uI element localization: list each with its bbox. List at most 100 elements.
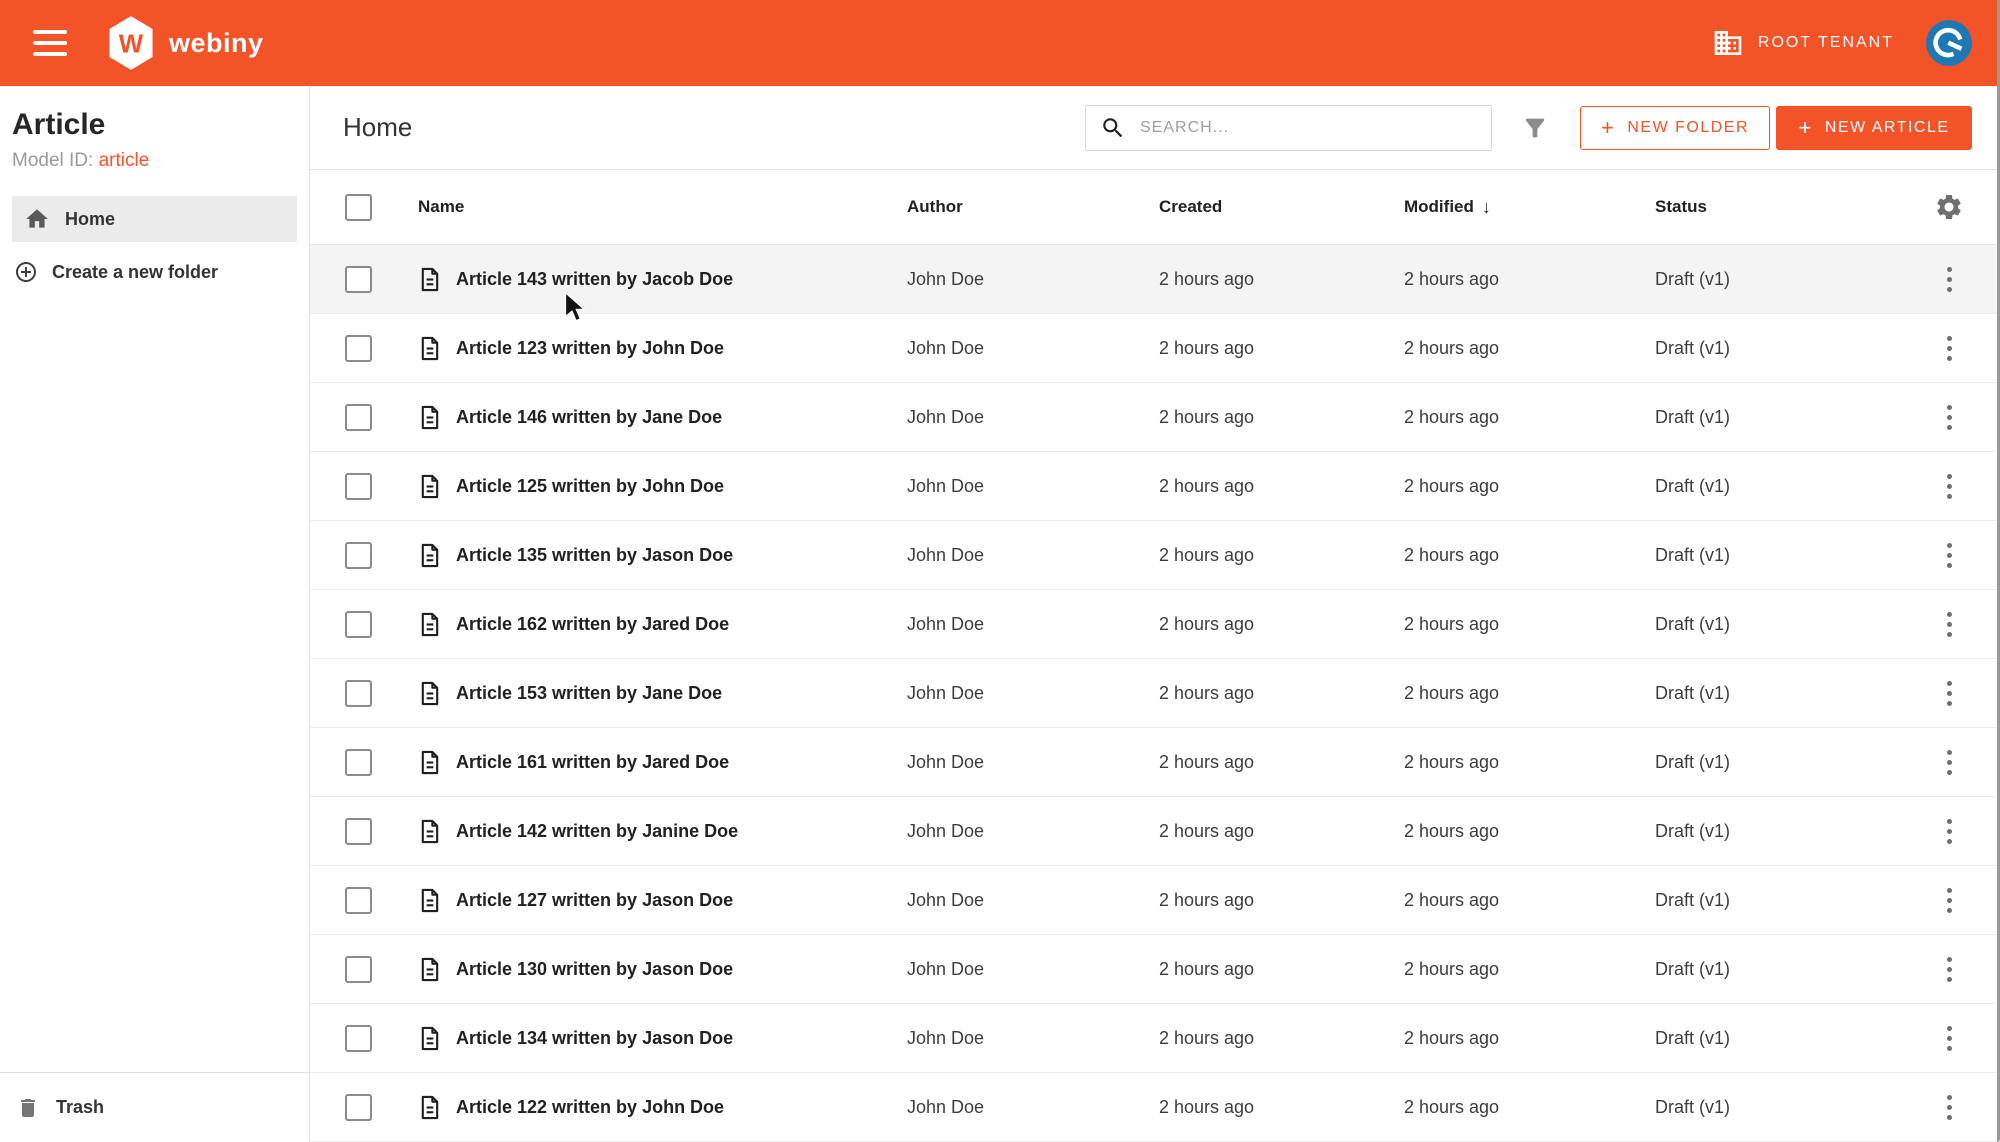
webiny-logo[interactable]: W webiny (105, 15, 264, 71)
create-folder-label: Create a new folder (52, 261, 219, 282)
row-name-cell[interactable]: Article 161 written by Jared Doe (418, 750, 907, 775)
row-author: John Doe (907, 889, 985, 910)
table-row[interactable]: Article 153 written by Jane Doe John Doe… (310, 659, 2000, 728)
row-modified: 2 hours ago (1404, 544, 1500, 565)
row-name-cell[interactable]: Article 127 written by Jason Doe (418, 888, 907, 913)
main-content: Home + NEW FOLDER + NEW ARTICLE (310, 86, 2000, 1142)
row-name-cell[interactable]: Article 146 written by Jane Doe (418, 405, 907, 430)
row-checkbox[interactable] (345, 403, 372, 431)
row-name: Article 143 written by Jacob Doe (456, 268, 734, 289)
table-row[interactable]: Article 161 written by Jared Doe John Do… (310, 728, 2000, 797)
row-name-cell[interactable]: Article 135 written by Jason Doe (418, 543, 907, 568)
row-name-cell[interactable]: Article 125 written by John Doe (418, 474, 907, 499)
table-row[interactable]: Article 134 written by Jason Doe John Do… (310, 1004, 2000, 1073)
document-icon (421, 405, 439, 429)
row-name-cell[interactable]: Article 153 written by Jane Doe (418, 681, 907, 706)
row-menu-kebab-icon[interactable] (1941, 261, 1958, 298)
logo-letter: W (119, 31, 144, 59)
row-menu-kebab-icon[interactable] (1941, 330, 1958, 367)
table-body: Article 143 written by Jacob Doe John Do… (310, 245, 2000, 1142)
row-created: 2 hours ago (1159, 958, 1255, 979)
page-title: Home (343, 112, 413, 142)
row-menu-kebab-icon[interactable] (1941, 675, 1958, 712)
row-name-cell[interactable]: Article 143 written by Jacob Doe (418, 267, 907, 292)
tenant-label[interactable]: ROOT TENANT (1758, 34, 1894, 52)
new-article-button[interactable]: + NEW ARTICLE (1776, 105, 1972, 150)
row-menu-kebab-icon[interactable] (1941, 951, 1958, 988)
select-all-checkbox[interactable] (345, 193, 372, 221)
search-input[interactable] (1140, 118, 1477, 137)
row-modified: 2 hours ago (1404, 406, 1500, 427)
row-name-cell[interactable]: Article 142 written by Janine Doe (418, 819, 907, 844)
row-name-cell[interactable]: Article 162 written by Jared Doe (418, 612, 907, 637)
column-header-status[interactable]: Status (1655, 197, 1926, 217)
row-menu-kebab-icon[interactable] (1941, 537, 1958, 574)
column-header-name[interactable]: Name (418, 197, 907, 217)
column-header-author[interactable]: Author (907, 197, 1159, 217)
table-row[interactable]: Article 162 written by Jared Doe John Do… (310, 590, 2000, 659)
gear-icon[interactable] (1934, 192, 1964, 222)
row-checkbox[interactable] (345, 955, 372, 983)
table-row[interactable]: Article 143 written by Jacob Doe John Do… (310, 245, 2000, 314)
table-row[interactable]: Article 122 written by John Doe John Doe… (310, 1073, 2000, 1142)
row-created: 2 hours ago (1159, 1027, 1255, 1048)
document-icon (421, 474, 439, 498)
filter-button[interactable] (1520, 113, 1550, 143)
row-created: 2 hours ago (1159, 268, 1255, 289)
row-checkbox[interactable] (345, 610, 372, 638)
row-author: John Doe (907, 820, 985, 841)
app-window: W webiny ROOT TENANT Article Model ID: a… (0, 0, 2000, 1142)
row-checkbox[interactable] (345, 541, 372, 569)
row-author: John Doe (907, 268, 985, 289)
column-header-modified[interactable]: Modified ↓ (1404, 197, 1655, 218)
row-menu-kebab-icon[interactable] (1941, 1089, 1958, 1126)
row-menu-kebab-icon[interactable] (1941, 468, 1958, 505)
model-id-label: Model ID: (12, 150, 94, 171)
row-created: 2 hours ago (1159, 682, 1255, 703)
row-modified: 2 hours ago (1404, 268, 1500, 289)
row-checkbox[interactable] (345, 886, 372, 914)
row-checkbox[interactable] (345, 1093, 372, 1121)
row-name-cell[interactable]: Article 123 written by John Doe (418, 336, 907, 361)
row-checkbox[interactable] (345, 817, 372, 845)
row-name-cell[interactable]: Article 134 written by Jason Doe (418, 1026, 907, 1051)
document-icon (421, 819, 439, 843)
row-author: John Doe (907, 958, 985, 979)
search-box[interactable] (1085, 104, 1492, 151)
row-menu-kebab-icon[interactable] (1941, 606, 1958, 643)
row-checkbox[interactable] (345, 472, 372, 500)
row-checkbox[interactable] (345, 1024, 372, 1052)
user-avatar-power-icon[interactable] (1926, 20, 1972, 66)
document-icon (421, 681, 439, 705)
row-modified: 2 hours ago (1404, 751, 1500, 772)
column-header-created[interactable]: Created (1159, 197, 1404, 217)
row-name-cell[interactable]: Article 130 written by Jason Doe (418, 957, 907, 982)
menu-icon[interactable] (33, 30, 67, 56)
row-author: John Doe (907, 682, 985, 703)
table-row[interactable]: Article 127 written by Jason Doe John Do… (310, 866, 2000, 935)
row-menu-kebab-icon[interactable] (1941, 744, 1958, 781)
table-row[interactable]: Article 130 written by Jason Doe John Do… (310, 935, 2000, 1004)
row-menu-kebab-icon[interactable] (1941, 399, 1958, 436)
model-id-value[interactable]: article (99, 150, 150, 171)
table-row[interactable]: Article 146 written by Jane Doe John Doe… (310, 383, 2000, 452)
row-name-cell[interactable]: Article 122 written by John Doe (418, 1095, 907, 1120)
document-icon (421, 957, 439, 981)
new-folder-button[interactable]: + NEW FOLDER (1580, 105, 1770, 150)
table-row[interactable]: Article 142 written by Janine Doe John D… (310, 797, 2000, 866)
row-checkbox[interactable] (345, 265, 372, 293)
row-menu-kebab-icon[interactable] (1941, 813, 1958, 850)
create-folder-button[interactable]: Create a new folder (14, 260, 297, 284)
row-checkbox[interactable] (345, 679, 372, 707)
table-row[interactable]: Article 135 written by Jason Doe John Do… (310, 521, 2000, 590)
row-checkbox[interactable] (345, 748, 372, 776)
sidebar-item-home[interactable]: Home (12, 196, 297, 242)
row-menu-kebab-icon[interactable] (1941, 882, 1958, 919)
table-row[interactable]: Article 125 written by John Doe John Doe… (310, 452, 2000, 521)
table-row[interactable]: Article 123 written by John Doe John Doe… (310, 314, 2000, 383)
trash-button[interactable]: Trash (0, 1072, 309, 1142)
row-menu-kebab-icon[interactable] (1941, 1020, 1958, 1057)
document-icon (421, 612, 439, 636)
row-status: Draft (v1) (1655, 337, 1731, 358)
row-checkbox[interactable] (345, 334, 372, 362)
